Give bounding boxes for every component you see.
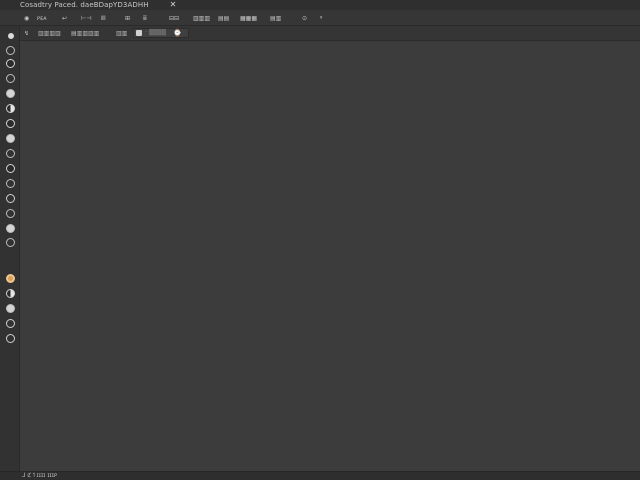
- ring-thin-icon[interactable]: [6, 238, 15, 247]
- toolbar-item-label: ᴘᴇᴀ: [37, 14, 47, 22]
- toolbar-item-help[interactable]: ᵍ: [320, 13, 323, 23]
- filled-dot-icon[interactable]: [6, 89, 15, 98]
- app-window: Cosadtry Paced. daeBDapYD3ADHH ✕ ◉ ᴘᴇᴀ ↩…: [0, 0, 640, 480]
- toolbar: ◉ ᴘᴇᴀ ↩ ⊢⊣ ⅡⅠ ⊞ ⅲ ⊟⊟ ▥▥▥ ▤▤ ▦▦▦ ▤▥ ⊙ ᵍ: [0, 10, 640, 26]
- record-icon: ◉: [24, 14, 30, 22]
- filled-dot-icon[interactable]: [6, 304, 15, 313]
- filled-dot-icon[interactable]: [6, 224, 15, 233]
- close-icon[interactable]: ✕: [169, 0, 177, 10]
- secondary-item-pin[interactable]: ↯: [24, 29, 29, 38]
- toolbar-item-target[interactable]: ⊙: [302, 13, 308, 23]
- secondary-field-text: ᐧ ▒▒▒▒: [146, 30, 167, 36]
- ring-icon[interactable]: [6, 46, 15, 55]
- toolbar-item-panel-a[interactable]: ▥▥▥: [193, 13, 211, 23]
- secondary-item-tool[interactable]: ⌚: [173, 28, 182, 37]
- secondary-item-view-c[interactable]: ▥▥: [116, 29, 127, 38]
- status-text: ⅃ ℭ↿ɪɪɪɪ ɪɪɪᴘ: [22, 472, 58, 479]
- ring-icon[interactable]: [6, 74, 15, 83]
- ring-thin-icon[interactable]: [6, 209, 15, 218]
- secondary-toolbar: ↯ ▥▥▥▥ ▤▥▥▥▥ ▥▥ ᐧ ▒▒▒▒ ⌚: [20, 26, 640, 41]
- ring-icon[interactable]: [6, 194, 15, 203]
- pin-icon: ↯: [24, 30, 30, 37]
- toolbar-item-columns[interactable]: ⅡⅠ: [101, 13, 107, 23]
- half-icon[interactable]: [6, 289, 15, 298]
- roman-icon: ⅲ: [143, 14, 147, 22]
- columns-icon: ⅡⅠ: [101, 14, 106, 22]
- toolbar-item-bracket[interactable]: ⊢⊣: [81, 13, 92, 23]
- window-title: Cosadtry Paced. daeBDapYD3ADHH: [20, 1, 149, 9]
- toolbar-item-roman[interactable]: ⅲ: [143, 13, 148, 23]
- title-bar: Cosadtry Paced. daeBDapYD3ADHH ✕: [0, 0, 640, 10]
- status-bar: ⅃ ℭ↿ɪɪɪɪ ɪɪɪᴘ: [0, 471, 640, 480]
- panel-a-icon: ▥▥▥: [193, 14, 211, 22]
- secondary-item-view-a[interactable]: ▥▥▥▥: [38, 29, 61, 38]
- small-dot-icon[interactable]: [7, 33, 14, 39]
- toolbar-item-panel-d[interactable]: ▤▥: [270, 13, 282, 23]
- half-icon[interactable]: [6, 104, 15, 113]
- dark-dot-icon[interactable]: [6, 119, 15, 128]
- ring-icon[interactable]: [6, 334, 15, 343]
- panel-c-icon: ▦▦▦: [240, 14, 258, 22]
- toolbar-item-pea[interactable]: ᴘᴇᴀ: [37, 13, 47, 23]
- tool-sidebar: [0, 26, 20, 471]
- save-icon: [136, 30, 142, 36]
- filled-dot-icon[interactable]: [6, 134, 15, 143]
- help-icon: ᵍ: [320, 14, 323, 22]
- toolbar-item-undo[interactable]: ↩: [62, 13, 68, 23]
- toolbar-item-grid[interactable]: ⊞: [125, 13, 131, 23]
- ring-thin-icon[interactable]: [6, 179, 15, 188]
- toolbar-item-panel-c[interactable]: ▦▦▦: [240, 13, 258, 23]
- toolbar-item-record[interactable]: ◉: [24, 13, 30, 23]
- canvas-area[interactable]: [20, 41, 640, 471]
- ring-icon[interactable]: [6, 319, 15, 328]
- panel-d-icon: ▤▥: [270, 14, 282, 22]
- tool-icon: ⌚: [173, 28, 182, 37]
- orange-dot-icon[interactable]: [6, 274, 15, 283]
- secondary-item-label: ▥▥▥▥: [38, 30, 61, 37]
- toolbar-item-panel-b[interactable]: ▤▤: [218, 13, 230, 23]
- secondary-item-view-b[interactable]: ▤▥▥▥▥: [71, 29, 99, 38]
- boxes-icon: ⊟⊟: [169, 14, 180, 22]
- dark-dot-icon[interactable]: [6, 59, 15, 68]
- toolbar-item-boxes[interactable]: ⊟⊟: [169, 13, 180, 23]
- panel-b-icon: ▤▤: [218, 14, 230, 22]
- secondary-item-label: ▤▥▥▥▥: [71, 30, 100, 37]
- dark-dot-icon[interactable]: [6, 164, 15, 173]
- grid-icon: ⊞: [125, 14, 131, 22]
- ring-thin-icon[interactable]: [6, 149, 15, 158]
- target-icon: ⊙: [302, 14, 308, 22]
- undo-icon: ↩: [62, 14, 68, 22]
- bracket-icon: ⊢⊣: [81, 14, 92, 22]
- secondary-item-label: ▥▥: [116, 30, 128, 37]
